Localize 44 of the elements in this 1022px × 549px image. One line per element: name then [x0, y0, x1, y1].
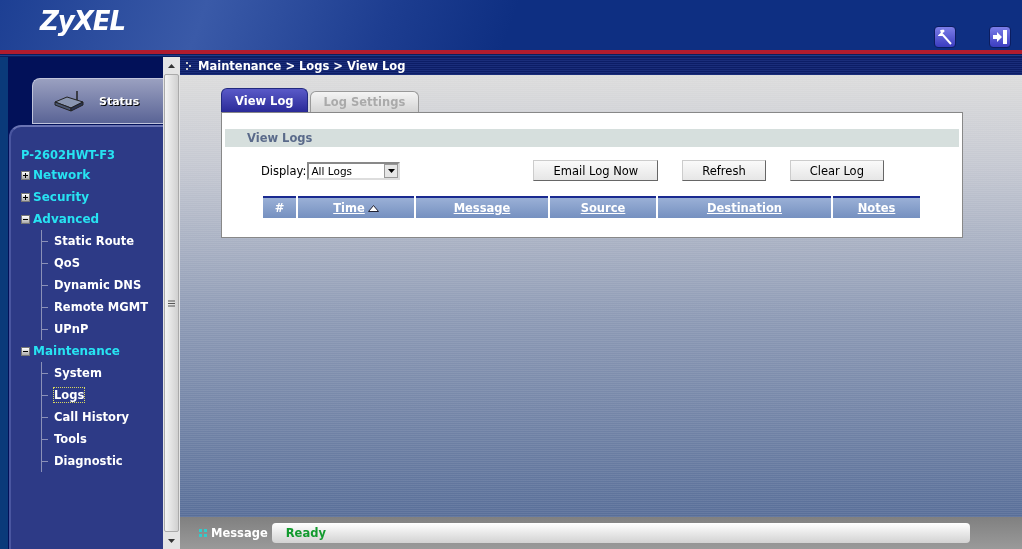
- menu-item[interactable]: Security: [33, 190, 90, 204]
- scroll-down-icon[interactable]: [168, 538, 175, 543]
- collapse-icon[interactable]: [21, 214, 30, 224]
- submenu-item[interactable]: Remote MGMT: [54, 300, 148, 314]
- dots-icon: [199, 529, 207, 537]
- submenu-item[interactable]: Call History: [54, 410, 130, 424]
- breadcrumb: Maintenance > Logs > View Log: [198, 59, 406, 73]
- wand-icon: [938, 29, 952, 45]
- column-header: #: [274, 201, 285, 215]
- wizard-button[interactable]: [934, 26, 956, 48]
- status-tab[interactable]: Status: [32, 78, 163, 124]
- submenu-item[interactable]: Logs: [54, 388, 85, 402]
- menu-item[interactable]: Network: [33, 168, 91, 182]
- zyxel-logo: ZyXEL: [40, 6, 126, 36]
- status-message: Ready: [271, 523, 970, 543]
- action-button[interactable]: Refresh: [682, 160, 766, 181]
- scroll-up-icon[interactable]: [168, 63, 175, 68]
- collapse-icon[interactable]: [21, 346, 30, 356]
- action-button[interactable]: Email Log Now: [533, 160, 659, 181]
- submenu-item[interactable]: System: [54, 366, 102, 380]
- door-arrow-icon: [992, 30, 1008, 44]
- logout-button[interactable]: [989, 26, 1011, 48]
- section-title: View Logs: [225, 129, 959, 147]
- submenu-item[interactable]: UPnP: [54, 322, 89, 336]
- submenu-item[interactable]: QoS: [54, 256, 80, 270]
- submenu-item[interactable]: Tools: [54, 432, 87, 446]
- submenu-item[interactable]: Diagnostic: [54, 454, 123, 468]
- dots-icon: [186, 62, 192, 70]
- menu-item[interactable]: Advanced: [33, 212, 100, 226]
- submenu-item[interactable]: Dynamic DNS: [54, 278, 142, 292]
- display-label: Display:: [261, 163, 307, 178]
- log-type-dropdown[interactable]: All Logs: [307, 161, 401, 180]
- device-name: P-2602HWT-F3: [21, 147, 117, 164]
- tab[interactable]: View Log: [221, 88, 308, 112]
- status-label: Message: [211, 526, 268, 540]
- grip-icon: [168, 299, 175, 307]
- submenu-item[interactable]: Static Route: [54, 234, 135, 248]
- dropdown-arrow-icon: [387, 168, 395, 173]
- expand-icon[interactable]: [21, 192, 30, 202]
- expand-icon[interactable]: [21, 170, 30, 180]
- menu-item[interactable]: Maintenance: [33, 344, 120, 358]
- action-button[interactable]: Clear Log: [789, 160, 884, 181]
- router-icon: [53, 90, 85, 112]
- scrollbar[interactable]: [163, 57, 180, 549]
